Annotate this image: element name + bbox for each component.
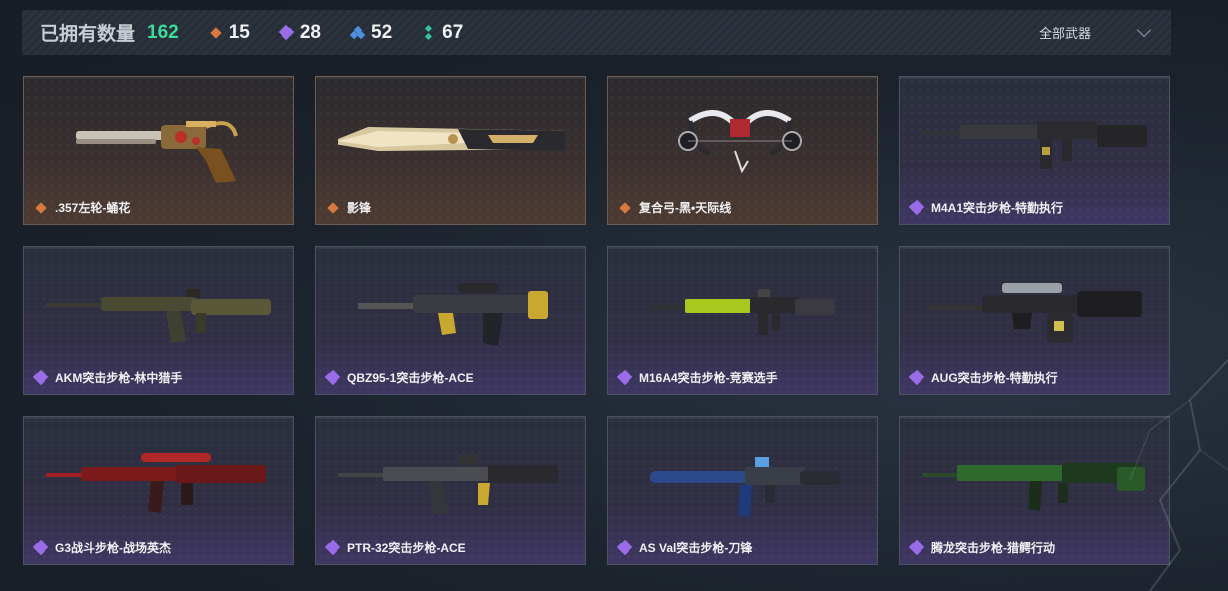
weapon-card[interactable]: M4A1突击步枪-特勤执行 <box>899 76 1170 225</box>
weapon-card-name: 复合弓-黑•天际线 <box>639 201 732 215</box>
rifle-icon <box>922 121 1147 169</box>
rifle-icon <box>338 455 558 515</box>
owned-count-value: 162 <box>147 21 179 43</box>
rarity-count-blue: 52 <box>349 21 393 44</box>
purple-diamond-icon <box>324 539 341 555</box>
weapon-card-name: M16A4突击步枪-竞赛选手 <box>639 371 778 385</box>
rifle-icon <box>650 289 835 335</box>
weapon-skin-grid: .357左轮-蛹花 影锋 复合弓-黑•天际线 M4A1突击步枪-特勤执行 AKM… <box>23 76 1170 565</box>
weapon-filter-label: 全部武器 <box>1038 26 1091 41</box>
weapon-card-name: QBZ95-1突击步枪-ACE <box>347 371 474 385</box>
weapon-card[interactable]: 复合弓-黑•天际线 <box>607 76 878 225</box>
purple-diamond-icon <box>908 199 925 215</box>
purple-diamond-icon <box>324 369 341 385</box>
rarity-count-value: 52 <box>371 21 393 43</box>
bullpup-rifle-icon <box>358 283 548 346</box>
weapon-card-name: M4A1突击步枪-特勤执行 <box>931 201 1064 215</box>
weapon-card[interactable]: .357左轮-蛹花 <box>23 76 294 225</box>
weapon-card[interactable]: G3战斗步枪-战场英杰 <box>23 416 294 565</box>
bow-icon <box>678 110 802 174</box>
rifle-icon <box>46 289 271 343</box>
rarity-count-value: 67 <box>442 21 464 43</box>
purple-diamond-icon <box>616 539 633 555</box>
weapon-card-name: .357左轮-蛹花 <box>55 201 131 215</box>
weapon-card[interactable]: AKM突击步枪-林中猎手 <box>23 246 294 395</box>
green-diamond-icon <box>422 24 436 40</box>
purple-diamond-icon <box>32 369 49 385</box>
weapon-card-name: 腾龙突击步枪-猎鳄行动 <box>931 541 1055 555</box>
revolver-icon <box>76 121 238 183</box>
weapon-card[interactable]: QBZ95-1突击步枪-ACE <box>315 246 586 395</box>
weapon-filter-dropdown[interactable]: 全部武器 <box>1038 10 1152 55</box>
rarity-count-orange: 15 <box>209 22 250 44</box>
orange-diamond-icon <box>209 26 223 40</box>
rifle-icon <box>922 463 1145 511</box>
chevron-down-icon <box>1136 22 1152 37</box>
purple-diamond-icon <box>908 369 925 385</box>
weapon-card[interactable]: 影锋 <box>315 76 586 225</box>
orange-diamond-icon <box>618 201 632 215</box>
rifle-icon <box>46 453 266 513</box>
weapon-card[interactable]: AS Val突击步枪-刀锋 <box>607 416 878 565</box>
purple-diamond-icon <box>32 539 49 555</box>
weapon-card[interactable]: AUG突击步枪-特勤执行 <box>899 246 1170 395</box>
rarity-count-value: 28 <box>299 21 321 43</box>
weapon-card-name: G3战斗步枪-战场英杰 <box>55 541 172 555</box>
weapon-card[interactable]: M16A4突击步枪-竞赛选手 <box>607 246 878 395</box>
weapon-card[interactable]: PTR-32突击步枪-ACE <box>315 416 586 565</box>
weapon-card-name: AS Val突击步枪-刀锋 <box>639 541 753 555</box>
orange-diamond-icon <box>34 201 48 215</box>
owned-count-label: 已拥有数量 <box>40 24 136 45</box>
purple-diamond-icon <box>278 24 295 40</box>
weapon-card-name: 影锋 <box>347 201 372 215</box>
inventory-header: 已拥有数量 162 15 28 52 67 全部武器 <box>22 10 1171 55</box>
rarity-count-purple: 28 <box>278 21 321 44</box>
weapon-card[interactable]: 腾龙突击步枪-猎鳄行动 <box>899 416 1170 565</box>
bullpup-rifle-icon <box>927 283 1142 343</box>
rifle-icon <box>650 457 840 517</box>
purple-diamond-icon <box>616 369 633 385</box>
rarity-count-green: 67 <box>422 22 463 44</box>
weapon-card-name: PTR-32突击步枪-ACE <box>347 541 466 555</box>
rarity-count-value: 15 <box>228 21 250 43</box>
weapon-card-name: AKM突击步枪-林中猎手 <box>55 371 183 385</box>
weapon-card-name: AUG突击步枪-特勤执行 <box>931 371 1058 385</box>
orange-diamond-icon <box>326 201 340 215</box>
blade-icon <box>338 127 565 151</box>
purple-diamond-icon <box>908 539 925 555</box>
blue-diamond-icon <box>349 25 366 40</box>
